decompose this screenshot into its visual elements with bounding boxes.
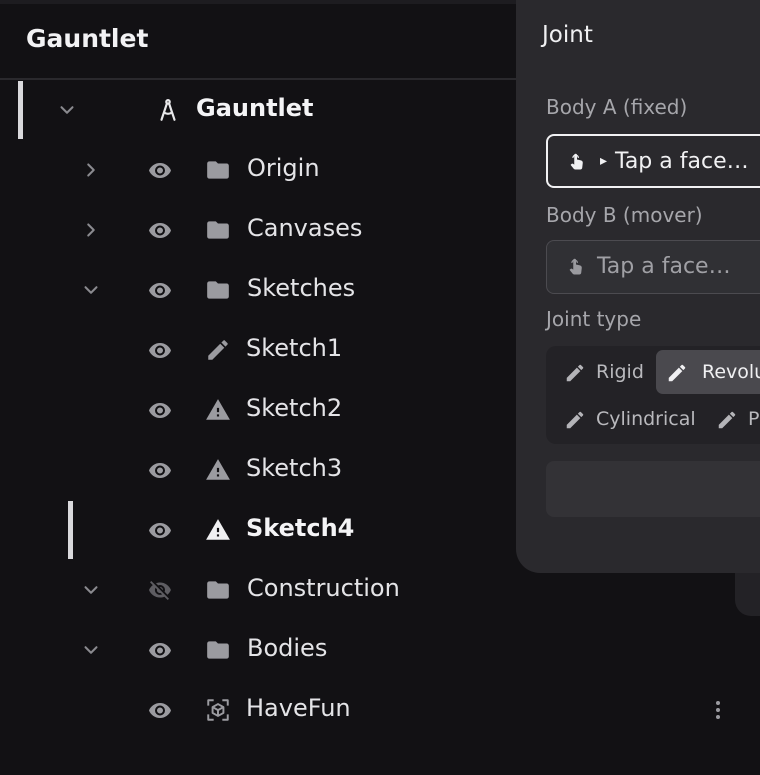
warning-icon [205, 517, 231, 543]
tap-hand-icon [570, 153, 583, 170]
tree-row[interactable]: HaveFun [0, 680, 760, 740]
eye-icon[interactable] [147, 218, 173, 242]
tree-row-label: Canvases [247, 214, 363, 242]
body-a-placeholder: Tap a face… [615, 149, 749, 174]
panel-action-button[interactable] [546, 461, 760, 517]
eye-icon[interactable] [147, 158, 173, 182]
warning-icon [205, 397, 231, 423]
tree-root-label: Gauntlet [196, 94, 314, 122]
panel-title: Joint [542, 22, 593, 48]
tree-row-label: Construction [247, 574, 400, 602]
chevron-down-icon[interactable] [80, 639, 102, 661]
body-a-label: Body A (fixed) [546, 95, 688, 119]
caret-icon: ▸ [600, 153, 608, 169]
folder-icon [205, 217, 231, 243]
selection-indicator [68, 501, 73, 559]
joint-type-cylindrical[interactable]: Cylindrical [554, 397, 704, 441]
folder-icon [205, 157, 231, 183]
pencil-icon [566, 411, 584, 429]
compass-icon [160, 99, 176, 121]
folder-icon [205, 577, 231, 603]
joint-type-label: Joint type [546, 307, 642, 331]
warning-icon [205, 457, 231, 483]
joint-panel: Joint Body A (fixed) ▸ Tap a face… Body B… [516, 0, 760, 573]
joint-type-revolute[interactable]: Revolu [656, 350, 760, 394]
tree-row[interactable]: Bodies [0, 620, 760, 680]
tree-row-label: Origin [247, 154, 320, 182]
chevron-right-icon[interactable] [80, 159, 102, 181]
pencil-icon [718, 411, 736, 429]
body-b-face-selector[interactable]: Tap a face… [546, 240, 760, 294]
eye-icon[interactable] [147, 518, 173, 542]
tree-row-label: HaveFun [246, 694, 351, 722]
eye-off-icon[interactable] [147, 578, 173, 602]
body-b-placeholder: Tap a face… [597, 254, 731, 279]
tree-row-label: Sketch1 [246, 334, 343, 362]
pencil-icon [668, 364, 686, 382]
folder-icon [205, 277, 231, 303]
more-options-icon[interactable] [706, 697, 730, 723]
body-cube-icon [205, 697, 231, 723]
joint-type-selector: Rigid Revolu Cylindrical P [546, 346, 760, 444]
body-b-label: Body B (mover) [546, 203, 703, 227]
chevron-down-icon[interactable] [80, 279, 102, 301]
pencil-icon [205, 337, 231, 363]
folder-icon [205, 637, 231, 663]
chevron-down-icon[interactable] [56, 99, 78, 121]
joint-type-rigid[interactable]: Rigid [554, 350, 646, 394]
chevron-right-icon[interactable] [80, 219, 102, 241]
eye-icon[interactable] [147, 698, 173, 722]
selection-indicator [18, 81, 23, 139]
joint-type-planar[interactable]: P [706, 397, 760, 441]
eye-icon[interactable] [147, 338, 173, 362]
eye-icon[interactable] [147, 278, 173, 302]
eye-icon[interactable] [147, 458, 173, 482]
tree-row-label: Sketch2 [246, 394, 343, 422]
eye-icon[interactable] [147, 638, 173, 662]
page-title: Gauntlet [26, 24, 149, 53]
tree-row-label: Sketch3 [246, 454, 343, 482]
eye-icon[interactable] [147, 398, 173, 422]
chevron-down-icon[interactable] [80, 579, 102, 601]
tap-hand-icon [569, 258, 582, 275]
pencil-icon [566, 364, 584, 382]
tree-row-label: Sketches [247, 274, 356, 302]
tree-row-label: Bodies [247, 634, 328, 662]
body-a-face-selector[interactable]: ▸ Tap a face… [546, 134, 760, 188]
tree-row-label: Sketch4 [246, 514, 355, 542]
